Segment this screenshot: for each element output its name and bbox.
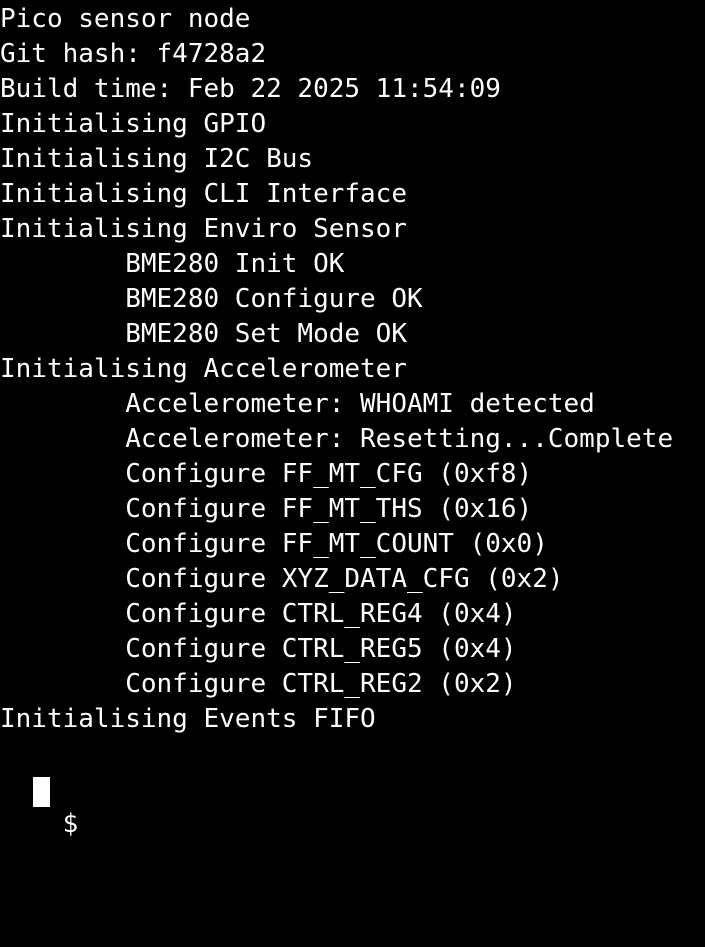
output-line: Accelerometer: Resetting...Complete bbox=[0, 424, 674, 454]
terminal-console[interactable]: Pico sensor node Git hash: f4728a2 Build… bbox=[0, 0, 705, 839]
output-line: Configure FF_MT_THS (0x16) bbox=[0, 494, 533, 524]
output-line: Initialising Accelerometer bbox=[0, 354, 407, 384]
output-line: Accelerometer: WHOAMI detected bbox=[0, 389, 595, 419]
output-line: BME280 Set Mode OK bbox=[0, 319, 407, 349]
output-line: Build time: Feb 22 2025 11:54:09 bbox=[0, 74, 501, 104]
output-line: Initialising I2C Bus bbox=[0, 144, 314, 174]
output-line: Configure FF_MT_CFG (0xf8) bbox=[0, 459, 533, 489]
output-line: Initialising CLI Interface bbox=[0, 179, 407, 209]
output-line: Configure CTRL_REG4 (0x4) bbox=[0, 599, 517, 629]
terminal-output: Pico sensor node Git hash: f4728a2 Build… bbox=[0, 2, 705, 772]
output-line: BME280 Init OK bbox=[0, 249, 345, 279]
output-line: Git hash: f4728a2 bbox=[0, 39, 267, 69]
prompt-symbol: $ bbox=[62, 809, 79, 839]
output-line: BME280 Configure OK bbox=[0, 284, 423, 314]
output-line: Configure CTRL_REG2 (0x2) bbox=[0, 669, 517, 699]
output-line: Pico sensor node bbox=[0, 4, 251, 34]
block-cursor bbox=[33, 777, 50, 807]
output-line: Configure FF_MT_COUNT (0x0) bbox=[0, 529, 548, 559]
output-line: Configure CTRL_REG5 (0x4) bbox=[0, 634, 517, 664]
output-line: Initialising GPIO bbox=[0, 109, 267, 139]
output-line: Configure XYZ_DATA_CFG (0x2) bbox=[0, 564, 564, 594]
output-line: Initialising Enviro Sensor bbox=[0, 214, 407, 244]
shell-prompt-line[interactable]: $ bbox=[0, 772, 705, 839]
output-line: Initialising Events FIFO bbox=[0, 704, 376, 734]
